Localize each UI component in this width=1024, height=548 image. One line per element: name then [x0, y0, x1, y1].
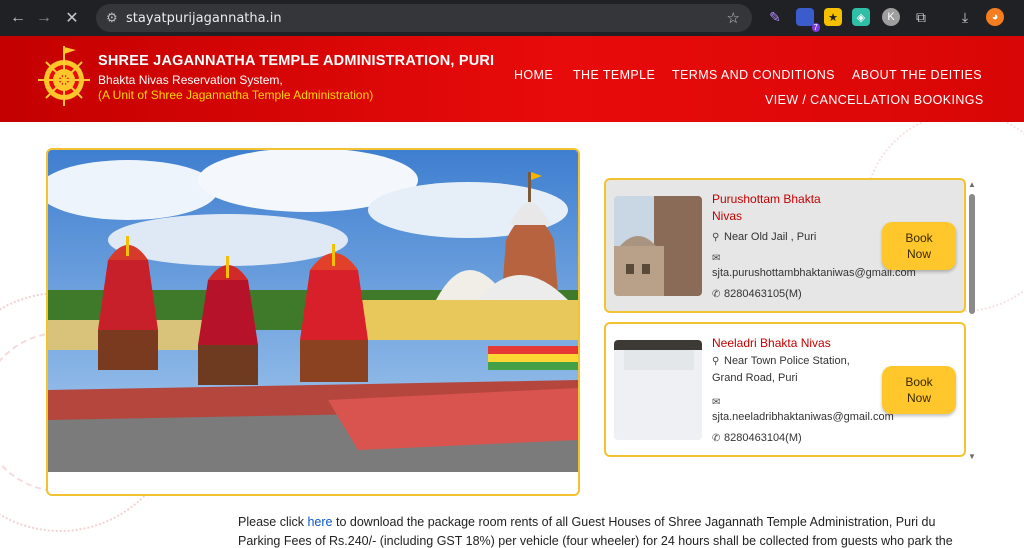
- stop-icon[interactable]: ✕: [58, 4, 86, 32]
- book-label: Book: [905, 375, 933, 389]
- nivas-card: Neeladri Bhakta Nivas ⚲ Near Town Police …: [604, 322, 966, 457]
- profile-extension-icon[interactable]: K: [882, 8, 900, 26]
- site-subtitle: Bhakta Nivas Reservation System,: [98, 73, 283, 87]
- book-label: Now: [906, 391, 931, 405]
- site-header: SHREE JAGANNATHA TEMPLE ADMINISTRATION, …: [0, 36, 1024, 122]
- nivas-email: sjta.purushottambhaktaniwas@gmail.com: [712, 267, 916, 279]
- bookmark-extension-icon[interactable]: ★: [824, 8, 842, 26]
- download-icon[interactable]: ⤓: [956, 8, 974, 26]
- bhakta-nivas-list: Purushottam Bhakta Nivas ⚲ Near Old Jail …: [604, 178, 966, 460]
- nav-the-temple[interactable]: THE TEMPLE: [573, 68, 655, 82]
- book-label: Now: [906, 247, 931, 261]
- book-now-button[interactable]: Book Now: [882, 366, 956, 414]
- bookmark-star-icon[interactable]: ☆: [727, 9, 740, 27]
- nivas-thumbnail: [614, 196, 702, 296]
- pen-extension-icon[interactable]: ✎: [766, 8, 784, 26]
- notice-text: Please click: [238, 515, 308, 529]
- scrollbar-thumb[interactable]: [969, 194, 975, 314]
- site-unit-text: (A Unit of Shree Jagannatha Temple Admin…: [98, 88, 374, 102]
- nivas-email: sjta.neeladribhaktaniwas@gmail.com: [712, 411, 894, 423]
- nav-terms[interactable]: TERMS AND CONDITIONS: [672, 68, 835, 82]
- url-text: stayatpurijagannatha.in: [126, 10, 282, 26]
- nivas-address: ⚲ Near Town Police Station,: [712, 354, 850, 369]
- book-label: Book: [905, 231, 933, 245]
- temple-photo: [48, 150, 578, 472]
- phone-text: 8280463105(M): [724, 288, 802, 300]
- parking-notice: Parking Fees of Rs.240/- (including GST …: [238, 534, 953, 548]
- map-marker-icon: ⚲: [712, 232, 720, 243]
- phone-icon: ✆: [712, 289, 721, 300]
- temple-hero-image: [46, 148, 580, 496]
- back-icon[interactable]: ←: [4, 4, 32, 32]
- nivas-address-line2: Grand Road, Puri: [712, 372, 798, 384]
- address-text: Near Town Police Station,: [724, 355, 850, 367]
- nivas-thumbnail: [614, 340, 702, 440]
- nivas-phone: ✆ 8280463104(M): [712, 431, 802, 446]
- site-title: SHREE JAGANNATHA TEMPLE ADMINISTRATION, …: [98, 53, 495, 69]
- browser-toolbar: ← → ✕ ⚙ stayatpurijagannatha.in ☆ ✎ 7 ★ …: [0, 0, 1024, 36]
- nivas-title-line: Nivas: [712, 209, 743, 223]
- nivas-title[interactable]: Neeladri Bhakta Nivas: [712, 335, 842, 352]
- nav-view-cancel-bookings[interactable]: VIEW / CANCELLATION BOOKINGS: [765, 93, 984, 107]
- notice-text: to download the package room rents of al…: [332, 515, 936, 529]
- phone-icon: ✆: [712, 433, 721, 444]
- notice-line: Please click here to download the packag…: [238, 515, 935, 529]
- nav-about-deities[interactable]: ABOUT THE DEITIES: [852, 68, 982, 82]
- scroll-down-icon[interactable]: ▼: [968, 452, 976, 461]
- address-text: Near Old Jail , Puri: [724, 231, 817, 243]
- main-content: Purushottam Bhakta Nivas ⚲ Near Old Jail …: [0, 122, 1024, 548]
- nav-home[interactable]: HOME: [514, 68, 553, 82]
- download-here-link[interactable]: here: [307, 515, 332, 529]
- scroll-up-icon[interactable]: ▲: [968, 180, 976, 189]
- book-now-button[interactable]: Book Now: [882, 222, 956, 270]
- site-info-icon[interactable]: ⚙: [106, 10, 126, 26]
- nivas-address: ⚲ Near Old Jail , Puri: [712, 230, 816, 245]
- nivas-title-line: Purushottam Bhakta: [712, 192, 821, 206]
- shield-extension-icon[interactable]: ◈: [852, 8, 870, 26]
- temple-logo: [38, 46, 90, 106]
- avatar[interactable]: ◕: [986, 8, 1004, 26]
- extension-badge: 7: [811, 23, 820, 32]
- cards-scrollbar[interactable]: ▲ ▼: [968, 180, 976, 462]
- puzzle-extensions-icon[interactable]: ⧉: [912, 8, 930, 26]
- extension-icon[interactable]: 7: [796, 8, 820, 32]
- envelope-icon: ✉: [712, 397, 721, 408]
- map-marker-icon: ⚲: [712, 356, 720, 367]
- nivas-title[interactable]: Purushottam Bhakta Nivas: [712, 191, 842, 225]
- nivas-card: Purushottam Bhakta Nivas ⚲ Near Old Jail …: [604, 178, 966, 313]
- address-bar[interactable]: ⚙ stayatpurijagannatha.in ☆: [96, 4, 752, 32]
- phone-text: 8280463104(M): [724, 432, 802, 444]
- nivas-email-icon-row: ✉: [712, 395, 724, 410]
- nivas-phone: ✆ 8280463105(M): [712, 287, 802, 302]
- nivas-email-icon-row: ✉: [712, 251, 724, 266]
- envelope-icon: ✉: [712, 253, 721, 264]
- forward-icon[interactable]: →: [30, 4, 58, 32]
